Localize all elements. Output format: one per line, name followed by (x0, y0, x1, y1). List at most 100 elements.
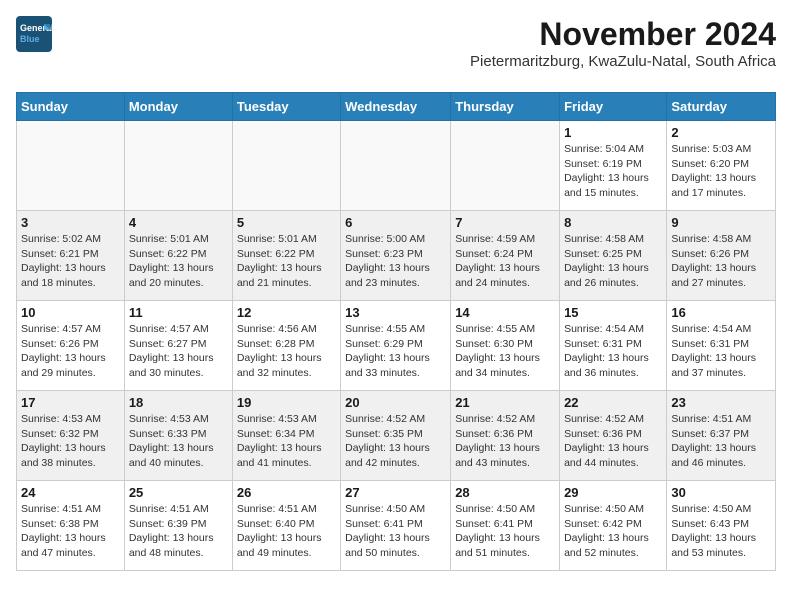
week-row-2: 3 Sunrise: 5:02 AM Sunset: 6:21 PM Daylig… (17, 211, 776, 301)
day-number: 13 (345, 305, 446, 320)
header-thursday: Thursday (451, 93, 560, 121)
calendar-cell: 3 Sunrise: 5:02 AM Sunset: 6:21 PM Daylig… (17, 211, 125, 301)
day-number: 22 (564, 395, 662, 410)
calendar-cell: 24Sunrise: 4:51 AM Sunset: 6:38 PM Dayli… (17, 481, 125, 571)
day-info: Sunrise: 5:04 AM Sunset: 6:19 PM Dayligh… (564, 142, 662, 201)
day-number: 1 (564, 125, 662, 140)
day-number: 10 (21, 305, 120, 320)
day-number: 5 (237, 215, 336, 230)
day-number: 9 (671, 215, 771, 230)
day-info: Sunrise: 5:01 AM Sunset: 6:22 PM Dayligh… (237, 232, 336, 291)
day-info: Sunrise: 4:57 AM Sunset: 6:27 PM Dayligh… (129, 322, 228, 381)
day-number: 25 (129, 485, 228, 500)
day-info: Sunrise: 4:55 AM Sunset: 6:29 PM Dayligh… (345, 322, 446, 381)
week-row-5: 24Sunrise: 4:51 AM Sunset: 6:38 PM Dayli… (17, 481, 776, 571)
day-number: 24 (21, 485, 120, 500)
day-info: Sunrise: 4:54 AM Sunset: 6:31 PM Dayligh… (671, 322, 771, 381)
day-number: 7 (455, 215, 555, 230)
calendar-cell: 28 Sunrise: 4:50 AM Sunset: 6:41 PM Dayli… (451, 481, 560, 571)
day-number: 30 (671, 485, 771, 500)
day-info: Sunrise: 5:00 AM Sunset: 6:23 PM Dayligh… (345, 232, 446, 291)
calendar-cell (124, 121, 232, 211)
header-tuesday: Tuesday (232, 93, 340, 121)
day-number: 29 (564, 485, 662, 500)
calendar-cell: 7 Sunrise: 4:59 AM Sunset: 6:24 PM Daylig… (451, 211, 560, 301)
day-number: 16 (671, 305, 771, 320)
title-section: November 2024 Pietermaritzburg, KwaZulu-… (470, 16, 776, 80)
header-friday: Friday (560, 93, 667, 121)
day-info: Sunrise: 4:53 AM Sunset: 6:34 PM Dayligh… (237, 412, 336, 471)
calendar-cell: 10Sunrise: 4:57 AM Sunset: 6:26 PM Dayli… (17, 301, 125, 391)
calendar-cell: 19 Sunrise: 4:53 AM Sunset: 6:34 PM Dayli… (232, 391, 340, 481)
day-info: Sunrise: 4:56 AM Sunset: 6:28 PM Dayligh… (237, 322, 336, 381)
calendar-cell: 6 Sunrise: 5:00 AM Sunset: 6:23 PM Daylig… (341, 211, 451, 301)
week-row-1: 1 Sunrise: 5:04 AM Sunset: 6:19 PM Daylig… (17, 121, 776, 211)
calendar-cell: 9 Sunrise: 4:58 AM Sunset: 6:26 PM Daylig… (667, 211, 776, 301)
calendar-cell: 18Sunrise: 4:53 AM Sunset: 6:33 PM Dayli… (124, 391, 232, 481)
calendar-cell: 13 Sunrise: 4:55 AM Sunset: 6:29 PM Dayli… (341, 301, 451, 391)
calendar-cell: 12Sunrise: 4:56 AM Sunset: 6:28 PM Dayli… (232, 301, 340, 391)
day-info: Sunrise: 4:50 AM Sunset: 6:41 PM Dayligh… (345, 502, 446, 561)
header-row: SundayMondayTuesdayWednesdayThursdayFrid… (17, 93, 776, 121)
calendar-cell: 21 Sunrise: 4:52 AM Sunset: 6:36 PM Dayli… (451, 391, 560, 481)
calendar-cell: 5 Sunrise: 5:01 AM Sunset: 6:22 PM Daylig… (232, 211, 340, 301)
day-number: 19 (237, 395, 336, 410)
calendar-cell: 14 Sunrise: 4:55 AM Sunset: 6:30 PM Dayli… (451, 301, 560, 391)
calendar-cell: 1 Sunrise: 5:04 AM Sunset: 6:19 PM Daylig… (560, 121, 667, 211)
calendar-cell: 30 Sunrise: 4:50 AM Sunset: 6:43 PM Dayli… (667, 481, 776, 571)
day-info: Sunrise: 4:50 AM Sunset: 6:43 PM Dayligh… (671, 502, 771, 561)
header-monday: Monday (124, 93, 232, 121)
day-number: 3 (21, 215, 120, 230)
calendar-cell: 20Sunrise: 4:52 AM Sunset: 6:35 PM Dayli… (341, 391, 451, 481)
header-saturday: Saturday (667, 93, 776, 121)
day-info: Sunrise: 4:51 AM Sunset: 6:40 PM Dayligh… (237, 502, 336, 561)
header-sunday: Sunday (17, 93, 125, 121)
page-subtitle: Pietermaritzburg, KwaZulu-Natal, South A… (470, 53, 776, 70)
day-info: Sunrise: 4:55 AM Sunset: 6:30 PM Dayligh… (455, 322, 555, 381)
header-wednesday: Wednesday (341, 93, 451, 121)
day-info: Sunrise: 5:02 AM Sunset: 6:21 PM Dayligh… (21, 232, 120, 291)
calendar-cell: 2Sunrise: 5:03 AM Sunset: 6:20 PM Daylig… (667, 121, 776, 211)
week-row-4: 17 Sunrise: 4:53 AM Sunset: 6:32 PM Dayli… (17, 391, 776, 481)
calendar-cell: 15 Sunrise: 4:54 AM Sunset: 6:31 PM Dayli… (560, 301, 667, 391)
day-info: Sunrise: 4:52 AM Sunset: 6:35 PM Dayligh… (345, 412, 446, 471)
calendar-cell: 17 Sunrise: 4:53 AM Sunset: 6:32 PM Dayli… (17, 391, 125, 481)
day-info: Sunrise: 4:52 AM Sunset: 6:36 PM Dayligh… (455, 412, 555, 471)
day-number: 11 (129, 305, 228, 320)
day-info: Sunrise: 4:58 AM Sunset: 6:26 PM Dayligh… (671, 232, 771, 291)
calendar-cell: 16 Sunrise: 4:54 AM Sunset: 6:31 PM Dayli… (667, 301, 776, 391)
page-title: November 2024 (470, 16, 776, 53)
day-info: Sunrise: 4:50 AM Sunset: 6:41 PM Dayligh… (455, 502, 555, 561)
calendar-cell: 4 Sunrise: 5:01 AM Sunset: 6:22 PM Daylig… (124, 211, 232, 301)
day-number: 6 (345, 215, 446, 230)
day-info: Sunrise: 4:54 AM Sunset: 6:31 PM Dayligh… (564, 322, 662, 381)
day-info: Sunrise: 4:58 AM Sunset: 6:25 PM Dayligh… (564, 232, 662, 291)
day-info: Sunrise: 4:52 AM Sunset: 6:36 PM Dayligh… (564, 412, 662, 471)
calendar-cell: 23Sunrise: 4:51 AM Sunset: 6:37 PM Dayli… (667, 391, 776, 481)
day-info: Sunrise: 5:03 AM Sunset: 6:20 PM Dayligh… (671, 142, 771, 201)
calendar-cell (451, 121, 560, 211)
calendar-cell: 11 Sunrise: 4:57 AM Sunset: 6:27 PM Dayli… (124, 301, 232, 391)
day-info: Sunrise: 5:01 AM Sunset: 6:22 PM Dayligh… (129, 232, 228, 291)
logo-icon: General Blue (16, 16, 52, 52)
day-number: 21 (455, 395, 555, 410)
day-info: Sunrise: 4:53 AM Sunset: 6:32 PM Dayligh… (21, 412, 120, 471)
day-number: 17 (21, 395, 120, 410)
day-number: 8 (564, 215, 662, 230)
day-number: 14 (455, 305, 555, 320)
day-number: 18 (129, 395, 228, 410)
calendar-cell (232, 121, 340, 211)
day-number: 28 (455, 485, 555, 500)
day-number: 27 (345, 485, 446, 500)
day-info: Sunrise: 4:59 AM Sunset: 6:24 PM Dayligh… (455, 232, 555, 291)
calendar-cell: 8 Sunrise: 4:58 AM Sunset: 6:25 PM Daylig… (560, 211, 667, 301)
calendar-cell (341, 121, 451, 211)
calendar-table: SundayMondayTuesdayWednesdayThursdayFrid… (16, 92, 776, 571)
day-info: Sunrise: 4:51 AM Sunset: 6:39 PM Dayligh… (129, 502, 228, 561)
day-number: 26 (237, 485, 336, 500)
day-number: 15 (564, 305, 662, 320)
day-number: 4 (129, 215, 228, 230)
calendar-cell: 29Sunrise: 4:50 AM Sunset: 6:42 PM Dayli… (560, 481, 667, 571)
logo: General Blue (16, 16, 56, 57)
calendar-cell: 27 Sunrise: 4:50 AM Sunset: 6:41 PM Dayli… (341, 481, 451, 571)
